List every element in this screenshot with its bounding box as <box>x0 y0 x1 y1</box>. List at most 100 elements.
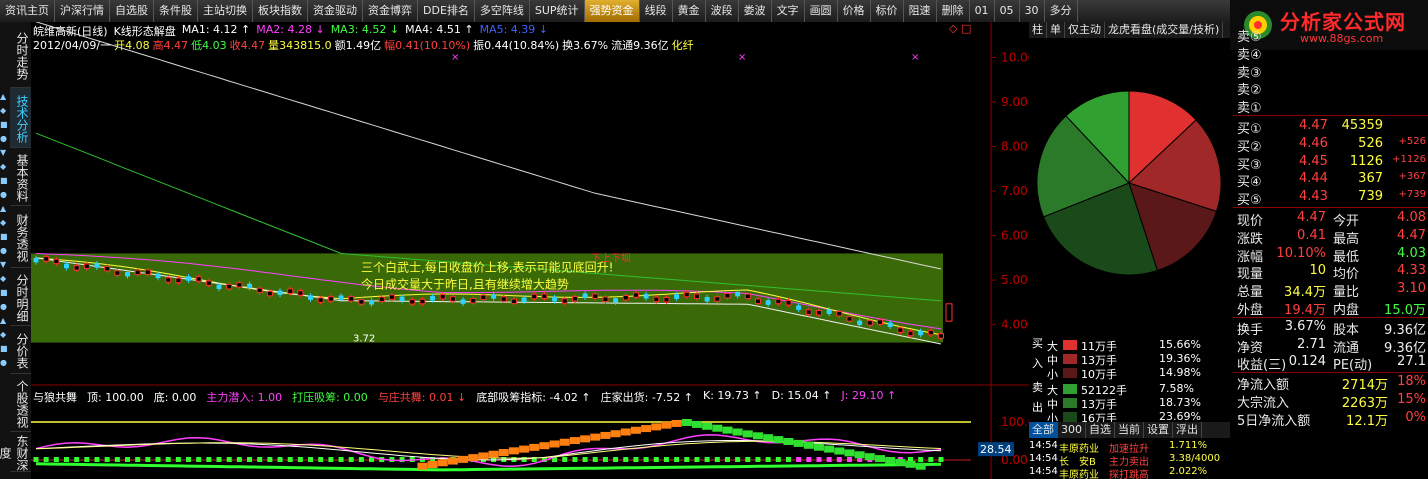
kline-chart-svg[interactable]: 11.0010.009.008.007.006.005.004.00×××3.7… <box>31 6 1043 479</box>
tool-icon[interactable]: ◆ <box>0 330 10 340</box>
menu-item[interactable]: DDE排名 <box>418 0 475 22</box>
menu-item[interactable]: 文字 <box>772 0 805 22</box>
menu-item[interactable]: 资讯主页 <box>0 0 55 22</box>
signal-marker: × <box>451 52 459 63</box>
menu-item[interactable]: 01 <box>970 0 995 22</box>
ma-long-line <box>35 21 942 270</box>
menu-item[interactable]: 板块指数 <box>253 0 308 22</box>
stat-value: 34.4万 <box>1284 285 1326 301</box>
alert-tab[interactable]: 当前 <box>1115 422 1144 438</box>
sidebar-tab[interactable]: 技术分析 <box>10 88 31 148</box>
tool-icon[interactable]: ◆ <box>0 218 10 228</box>
signal-block <box>572 457 578 462</box>
flow-percent: 14.98% <box>1159 366 1201 379</box>
candle-body <box>165 277 172 283</box>
menu-item[interactable]: 资金博弈 <box>363 0 418 22</box>
menu-item[interactable]: 沪深行情 <box>55 0 110 22</box>
stat-value: 4.03 <box>1397 245 1426 261</box>
tool-icon[interactable]: ■ <box>0 120 10 130</box>
sidebar-tab[interactable]: 个股透视 <box>10 374 31 432</box>
tool-icon[interactable]: ● <box>0 358 10 368</box>
tool-icon[interactable]: ◆ <box>0 274 10 284</box>
tool-icon[interactable]: ◆ <box>0 106 10 116</box>
tool-icon[interactable]: ▲ <box>0 316 10 326</box>
alert-tab[interactable]: 浮出 <box>1173 422 1202 438</box>
ask-label: 卖⑤ <box>1237 30 1262 45</box>
bid-row: 买⑤ 4.43 739 +739 <box>1233 189 1428 208</box>
indicator-title: 与狼共舞 <box>33 391 77 404</box>
tool-icon[interactable]: ▼ <box>0 260 10 270</box>
menu-item[interactable]: 标价 <box>871 0 904 22</box>
signal-block <box>684 457 690 462</box>
signal-block <box>338 457 344 462</box>
candle-body <box>317 297 324 303</box>
bid-row: 买④ 4.44 367 +367 <box>1233 171 1428 190</box>
menu-item[interactable]: 娄波 <box>739 0 772 22</box>
menu-item[interactable]: 黄金 <box>673 0 706 22</box>
menu-item[interactable]: 30 <box>1020 0 1045 22</box>
candle-body <box>266 290 273 297</box>
candle-body <box>602 296 609 303</box>
alert-tab[interactable]: 设置 <box>1144 422 1173 438</box>
tool-icon[interactable]: ▼ <box>0 148 10 158</box>
stat-value: 2.71 <box>1297 336 1326 352</box>
menu-item[interactable]: 主站切换 <box>198 0 253 22</box>
menu-item[interactable]: 阻速 <box>904 0 937 22</box>
chart-area[interactable]: 11.0010.009.008.007.006.005.004.00×××3.7… <box>31 6 1043 479</box>
menu-item[interactable]: 自选股 <box>110 0 154 22</box>
menu-item[interactable]: SUP统计 <box>530 0 585 22</box>
menu-item[interactable]: 多空阵线 <box>475 0 530 22</box>
money-flow-tab[interactable]: 龙虎看盘(成交量/技析) <box>1105 22 1224 38</box>
signal-block <box>135 457 141 462</box>
sidebar-tab[interactable]: 分时走势 <box>10 22 31 88</box>
money-flow-tab[interactable]: 仅主动 <box>1065 22 1105 38</box>
alert-row[interactable]: 14:54 丰原药业 探打跳高 2.022% <box>1029 466 1230 479</box>
tool-icon[interactable]: ● <box>0 134 10 144</box>
j-line <box>35 434 942 467</box>
main-force-block <box>498 449 509 457</box>
menu-item[interactable]: 强势资金 <box>584 0 640 22</box>
menu-item[interactable]: 多分 <box>1045 0 1078 22</box>
main-force-block <box>519 445 530 453</box>
tool-icon[interactable]: ▲ <box>0 204 10 214</box>
tool-icon[interactable]: ■ <box>0 344 10 354</box>
signal-block <box>694 457 700 462</box>
stat-label: 最低 <box>1333 249 1360 265</box>
sidebar-tab[interactable]: 分价表 <box>10 326 31 374</box>
menu-item[interactable]: 05 <box>995 0 1020 22</box>
alert-tab[interactable]: 300 <box>1058 422 1086 438</box>
tool-icon[interactable]: ◆ <box>0 162 10 172</box>
menu-item[interactable]: 条件股 <box>154 0 198 22</box>
alert-tab[interactable]: 全部 <box>1029 422 1058 438</box>
main-force-block <box>529 443 540 451</box>
sidebar-tab[interactable]: 东财深度 <box>0 432 31 472</box>
sidebar-tab[interactable]: 基本资料 <box>10 148 31 206</box>
tool-icon[interactable]: ■ <box>0 232 10 242</box>
tool-icon[interactable]: ■ <box>0 176 10 186</box>
money-flow-tab[interactable]: 单 <box>1047 22 1065 38</box>
alert-tab[interactable]: 自选 <box>1086 422 1115 438</box>
distribution-block <box>752 432 763 440</box>
tool-icon[interactable]: ■ <box>0 288 10 298</box>
sidebar-tab[interactable]: 分时明细 <box>10 268 31 326</box>
menu-item[interactable]: 线段 <box>640 0 673 22</box>
menu-item[interactable]: 删除 <box>937 0 970 22</box>
tool-icon[interactable]: ● <box>0 190 10 200</box>
candle-body <box>348 296 355 302</box>
ask-label: 卖④ <box>1237 47 1262 63</box>
sidebar-tab[interactable]: 财务透视 <box>10 206 31 268</box>
candle-body <box>887 322 893 327</box>
menu-item[interactable]: 资金驱动 <box>308 0 363 22</box>
tool-icon[interactable]: ▲ <box>0 92 10 102</box>
chart-corner-icons[interactable]: ◇ □ <box>949 22 971 35</box>
alert-row[interactable]: 14:54 丰原药业 加速拉升 1.711% <box>1029 440 1230 455</box>
alert-row[interactable]: 14:54 长 安B 主力卖出 3.38/4000 <box>1029 453 1230 468</box>
menu-item[interactable]: 价格 <box>838 0 871 22</box>
indicator-value: K: 19.73 ↑ <box>703 389 762 402</box>
indicator-axis-label: 100.00 <box>1001 415 1029 429</box>
menu-item[interactable]: 画圆 <box>805 0 838 22</box>
money-flow-tab[interactable]: 柱 <box>1029 22 1047 38</box>
menu-item[interactable]: 波段 <box>706 0 739 22</box>
tool-icon[interactable]: ● <box>0 246 10 256</box>
tool-icon[interactable]: ● <box>0 302 10 312</box>
